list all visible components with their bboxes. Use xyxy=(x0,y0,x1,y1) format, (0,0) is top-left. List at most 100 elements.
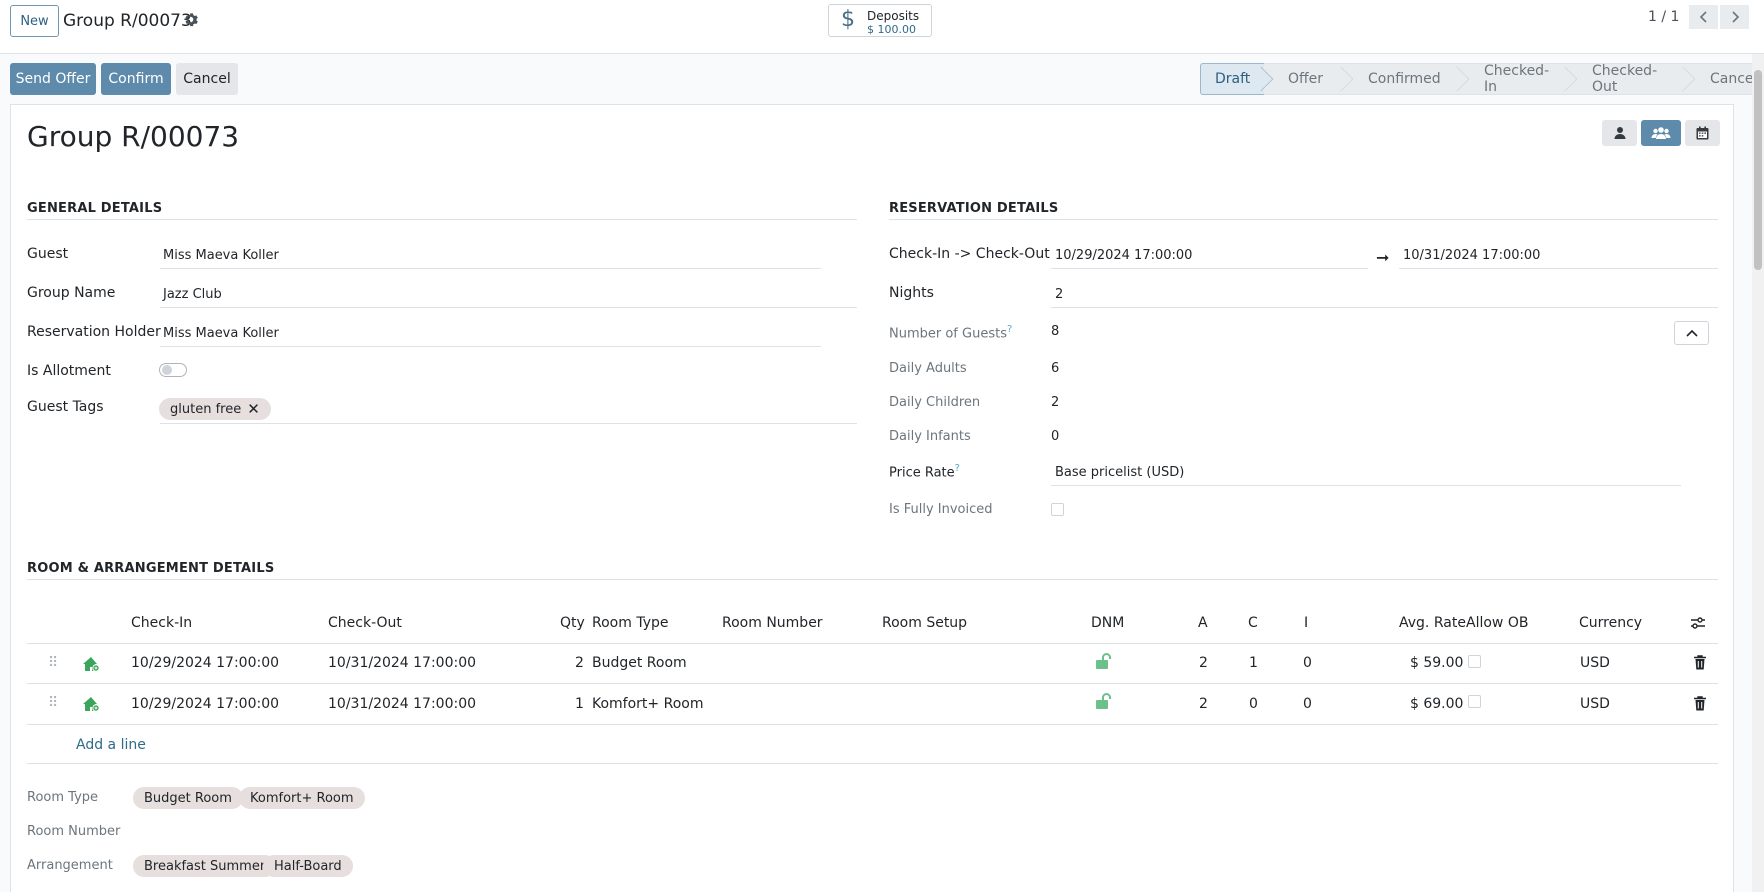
record-title: Group R/00073 xyxy=(27,120,240,153)
column-header[interactable]: A xyxy=(1198,615,1208,631)
label-text: Price Rate xyxy=(889,465,955,481)
price-rate-field[interactable]: Base pricelist (USD) xyxy=(1055,465,1184,480)
daily-adults-value: 6 xyxy=(1051,361,1060,376)
column-header[interactable]: Currency xyxy=(1579,615,1642,631)
stage-label: Confirmed xyxy=(1368,71,1441,87)
field-underline xyxy=(160,268,821,269)
column-header[interactable]: DNM xyxy=(1091,615,1124,631)
calendar-icon xyxy=(1696,126,1709,140)
cell-children: 0 xyxy=(1249,696,1258,712)
cancel-button[interactable]: Cancel xyxy=(176,63,238,95)
close-icon[interactable]: ✕ xyxy=(247,400,260,418)
room-type-tag: Budget Room xyxy=(133,787,243,809)
person-view-button[interactable] xyxy=(1602,120,1637,146)
divider xyxy=(889,219,1718,220)
table-row[interactable]: ⠿ 10/29/2024 17:00:00 10/31/2024 17:00:0… xyxy=(27,684,1718,725)
group-name-label: Group Name xyxy=(27,285,116,301)
breadcrumb: Group R/00073 xyxy=(63,11,192,31)
group-view-button[interactable] xyxy=(1641,120,1681,146)
allow-ob-checkbox[interactable] xyxy=(1468,655,1481,668)
reservation-holder-field[interactable]: Miss Maeva Koller xyxy=(163,326,279,341)
daily-infants-label: Daily Infants xyxy=(889,429,971,444)
checkout-date-field[interactable]: 10/31/2024 17:00:00 xyxy=(1403,248,1540,263)
collapse-button[interactable] xyxy=(1674,321,1709,345)
stage-label: Draft xyxy=(1215,71,1251,87)
table-header: Check-In Check-Out Qty Room Type Room Nu… xyxy=(27,606,1718,644)
divider xyxy=(27,763,1718,764)
confirm-button[interactable]: Confirm xyxy=(101,63,171,95)
nights-field[interactable]: 2 xyxy=(1055,287,1063,302)
stage-checked-in[interactable]: Checked-In xyxy=(1460,63,1578,95)
arrangement-tag: Breakfast Summer xyxy=(133,855,277,877)
pager-previous-button[interactable] xyxy=(1689,5,1718,29)
pager-value[interactable]: 1 / 1 xyxy=(1648,9,1679,25)
daily-children-value: 2 xyxy=(1051,395,1060,410)
cell-qty: 2 xyxy=(575,655,584,671)
stage-draft[interactable]: Draft xyxy=(1200,63,1274,95)
unlock-icon[interactable] xyxy=(1095,693,1113,714)
trash-icon[interactable] xyxy=(1694,655,1706,674)
cell-adults: 2 xyxy=(1199,655,1208,671)
column-header[interactable]: Room Setup xyxy=(882,615,967,631)
stage-offer[interactable]: Offer xyxy=(1264,63,1354,95)
daily-children-label: Daily Children xyxy=(889,395,981,410)
scrollbar-thumb[interactable] xyxy=(1754,70,1762,270)
field-underline xyxy=(160,423,857,424)
drag-handle-icon[interactable]: ⠿ xyxy=(48,655,58,671)
field-underline xyxy=(1051,307,1718,308)
deposits-label: Deposits xyxy=(867,9,920,23)
new-button[interactable]: New xyxy=(10,5,59,37)
column-header[interactable]: Avg. Rate xyxy=(1399,615,1466,631)
room-number-label: Room Number xyxy=(27,824,121,839)
column-header[interactable]: C xyxy=(1248,615,1258,631)
checkin-date-field[interactable]: 10/29/2024 17:00:00 xyxy=(1055,248,1192,263)
column-header[interactable]: Qty xyxy=(560,615,585,631)
optional-columns-icon[interactable] xyxy=(1690,616,1706,634)
drag-handle-icon[interactable]: ⠿ xyxy=(48,695,58,711)
column-header[interactable]: Room Number xyxy=(722,615,823,631)
arrow-right-icon: ➞ xyxy=(1376,248,1390,267)
cell-checkin: 10/29/2024 17:00:00 xyxy=(131,696,280,712)
help-icon[interactable]: ? xyxy=(955,463,960,474)
column-header[interactable]: Check-Out xyxy=(328,615,402,631)
dollar-icon: $ xyxy=(841,7,855,32)
pager-next-button[interactable] xyxy=(1720,5,1749,29)
cell-avg-rate: $ 69.00 xyxy=(1410,696,1464,712)
unlock-icon[interactable] xyxy=(1095,653,1113,674)
number-of-guests-value: 8 xyxy=(1051,324,1060,339)
stage-confirmed[interactable]: Confirmed xyxy=(1344,63,1470,95)
guest-field[interactable]: Miss Maeva Koller xyxy=(163,248,279,263)
house-icon xyxy=(82,696,100,716)
is-fully-invoiced-checkbox[interactable] xyxy=(1051,503,1064,516)
room-details-heading: ROOM & ARRANGEMENT DETAILS xyxy=(27,561,275,576)
checkin-checkout-label: Check-In -> Check-Out xyxy=(889,246,1050,262)
field-underline xyxy=(1399,268,1718,269)
is-allotment-label: Is Allotment xyxy=(27,363,111,379)
is-fully-invoiced-label: Is Fully Invoiced xyxy=(889,502,993,517)
chevron-up-icon xyxy=(1685,329,1698,337)
allow-ob-checkbox[interactable] xyxy=(1468,695,1481,708)
group-name-field[interactable]: Jazz Club xyxy=(163,287,222,302)
table-row[interactable]: ⠿ 10/29/2024 17:00:00 10/31/2024 17:00:0… xyxy=(27,644,1718,684)
column-header[interactable]: Room Type xyxy=(592,615,668,631)
column-header[interactable]: Allow OB xyxy=(1466,615,1528,631)
deposits-button[interactable]: $ Deposits $ 100.00 xyxy=(828,4,932,37)
add-line-link[interactable]: Add a line xyxy=(76,737,146,753)
trash-icon[interactable] xyxy=(1694,696,1706,715)
arrangement-label: Arrangement xyxy=(27,858,113,873)
send-offer-button[interactable]: Send Offer xyxy=(10,63,96,95)
cell-adults: 2 xyxy=(1199,696,1208,712)
room-type-tag: Komfort+ Room xyxy=(239,787,365,809)
is-allotment-toggle[interactable] xyxy=(159,363,187,377)
cell-qty: 1 xyxy=(575,696,584,712)
stage-checked-out[interactable]: Checked-Out xyxy=(1568,63,1696,95)
calendar-view-button[interactable] xyxy=(1685,120,1720,146)
number-of-guests-label: Number of Guests? xyxy=(889,324,1012,341)
guest-label: Guest xyxy=(27,246,69,262)
help-icon[interactable]: ? xyxy=(1007,324,1012,335)
column-header[interactable]: Check-In xyxy=(131,615,192,631)
tag-chip: gluten free ✕ xyxy=(159,398,271,420)
column-header[interactable]: I xyxy=(1304,615,1308,631)
gear-icon[interactable] xyxy=(183,12,199,28)
cell-checkin: 10/29/2024 17:00:00 xyxy=(131,655,280,671)
